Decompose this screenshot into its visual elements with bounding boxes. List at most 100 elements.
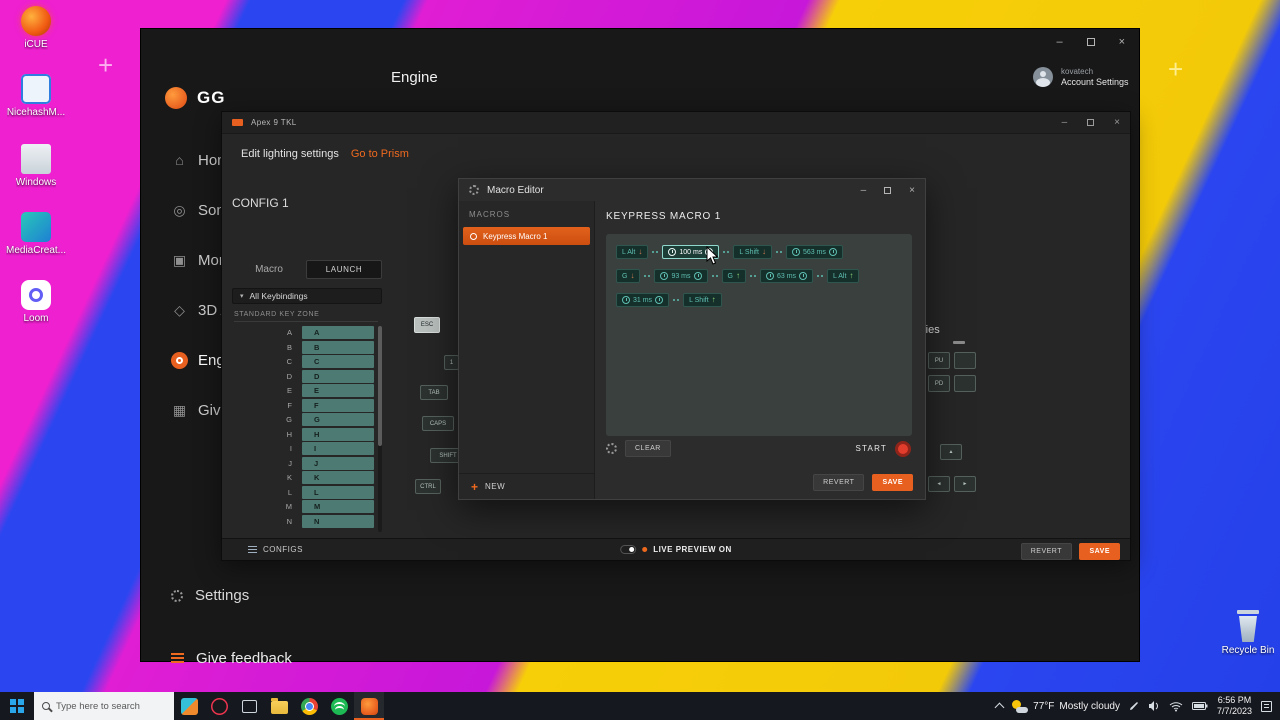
scrollbar-thumb[interactable] [378, 326, 382, 446]
key-binding-bar[interactable]: F [302, 399, 374, 412]
key-binding-row[interactable]: EE [232, 384, 374, 397]
desktop-icon-loom[interactable]: Loom [4, 280, 68, 324]
key-binding-row[interactable]: BB [232, 341, 374, 354]
new-macro-button[interactable]: + NEW [459, 473, 594, 499]
key-binding-row[interactable]: KK [232, 471, 374, 484]
desktop-icon-icue[interactable]: iCUE [4, 6, 68, 50]
taskbar-search[interactable] [34, 692, 174, 720]
macro-editor-titlebar[interactable]: Macro Editor – × [459, 179, 925, 201]
keycap-arrow-right[interactable]: ► [954, 476, 976, 492]
macro-settings-gear-icon[interactable] [606, 443, 617, 454]
speaker-tray-icon[interactable] [1148, 700, 1160, 712]
close-icon[interactable]: × [1119, 36, 1125, 48]
revert-button[interactable]: REVERT [1021, 543, 1072, 560]
key-binding-bar[interactable]: H [302, 428, 374, 441]
opera-taskbar-icon[interactable] [204, 692, 234, 720]
chrome-taskbar-icon[interactable] [294, 692, 324, 720]
keybindings-dropdown[interactable]: ▾ All Keybindings [232, 288, 382, 304]
minimize-icon[interactable]: – [861, 185, 867, 196]
key-binding-bar[interactable]: G [302, 413, 374, 426]
task-view-taskbar-icon[interactable] [234, 692, 264, 720]
macro-canvas[interactable]: L Alt↓100 msL Shift↓563 msG↓93 msG↑63 ms… [606, 234, 912, 436]
save-button[interactable]: SAVE [872, 474, 913, 491]
start-button[interactable] [0, 692, 34, 720]
recycle-bin-icon[interactable]: Recycle Bin [1216, 608, 1280, 656]
keycap[interactable] [954, 375, 976, 392]
key-binding-bar[interactable]: N [302, 515, 374, 528]
weather-widget[interactable]: 77°F Mostly cloudy [1012, 700, 1120, 713]
minimize-icon[interactable]: – [1062, 117, 1068, 128]
key-up-chip[interactable]: L Shift↑ [683, 293, 722, 307]
desktop-icon-nicehash[interactable]: NicehashM... [4, 74, 68, 118]
key-binding-row[interactable]: DD [232, 370, 374, 383]
delay-chip[interactable]: 100 ms [662, 245, 719, 259]
close-icon[interactable]: × [1114, 117, 1120, 128]
search-input[interactable] [56, 701, 166, 712]
photos-taskbar-icon[interactable] [174, 692, 204, 720]
wifi-tray-icon[interactable] [1169, 700, 1183, 712]
tab-macro[interactable]: Macro [232, 264, 306, 275]
go-to-prism-link[interactable]: Go to Prism [351, 148, 409, 160]
key-down-chip[interactable]: L Alt↓ [616, 245, 648, 259]
key-list-scrollbar[interactable] [378, 326, 382, 532]
taskbar-clock[interactable]: 6:56 PM 7/7/2023 [1217, 695, 1252, 718]
key-binding-row[interactable]: AA [232, 326, 374, 339]
gg-taskbar-icon[interactable] [354, 692, 384, 720]
delay-chip[interactable]: 93 ms [654, 269, 707, 283]
key-binding-row[interactable]: HH [232, 428, 374, 441]
key-binding-bar[interactable]: K [302, 471, 374, 484]
keycap-pgup[interactable]: PU [928, 352, 950, 369]
key-binding-row[interactable]: NN [232, 515, 374, 528]
key-binding-bar[interactable]: A [302, 326, 374, 339]
keycap-1[interactable]: 1 [444, 355, 459, 370]
close-icon[interactable]: × [909, 185, 915, 196]
keycap-pgdn[interactable]: PD [928, 375, 950, 392]
battery-tray-icon[interactable] [1192, 701, 1208, 711]
macro-list-item[interactable]: Keypress Macro 1 [463, 227, 590, 245]
clear-button[interactable]: CLEAR [625, 440, 671, 457]
key-binding-row[interactable]: II [232, 442, 374, 455]
key-binding-bar[interactable]: L [302, 486, 374, 499]
configs-button[interactable]: CONFIGS [248, 545, 303, 554]
record-button[interactable] [895, 441, 911, 457]
key-binding-row[interactable]: LL [232, 486, 374, 499]
desktop-icon-windows[interactable]: Windows [4, 144, 68, 188]
keycap-arrow-left[interactable]: ◄ [928, 476, 950, 492]
tray-expand-icon[interactable] [995, 703, 1005, 713]
spotify-taskbar-icon[interactable] [324, 692, 354, 720]
sidebar-item-feedback[interactable]: Give feedback [171, 650, 292, 667]
revert-button[interactable]: REVERT [813, 474, 864, 491]
launch-button[interactable]: LAUNCH [306, 260, 382, 279]
file-explorer-taskbar-icon[interactable] [264, 692, 294, 720]
key-binding-bar[interactable]: I [302, 442, 374, 455]
minimize-icon[interactable]: – [1056, 36, 1062, 48]
live-preview-toggle[interactable] [620, 545, 636, 554]
account-widget[interactable]: kovatech Account Settings [1033, 67, 1129, 87]
key-binding-row[interactable]: FF [232, 399, 374, 412]
delay-chip[interactable]: 63 ms [760, 269, 813, 283]
account-settings-link[interactable]: Account Settings [1061, 77, 1129, 87]
action-center-icon[interactable] [1261, 701, 1272, 712]
pen-tray-icon[interactable] [1129, 701, 1139, 711]
desktop-icon-mediacreate[interactable]: MediaCreat... [4, 212, 68, 256]
key-binding-row[interactable]: JJ [232, 457, 374, 470]
maximize-icon[interactable] [1087, 119, 1094, 126]
maximize-icon[interactable] [1087, 38, 1095, 46]
key-down-chip[interactable]: L Shift↓ [733, 245, 772, 259]
key-binding-row[interactable]: GG [232, 413, 374, 426]
key-up-chip[interactable]: G↑ [722, 269, 746, 283]
keycap[interactable] [954, 352, 976, 369]
save-button[interactable]: SAVE [1079, 543, 1120, 560]
key-binding-row[interactable]: CC [232, 355, 374, 368]
keycap-caps[interactable]: CAPS [422, 416, 454, 431]
key-down-chip[interactable]: G↓ [616, 269, 640, 283]
keycap-ctrl[interactable]: CTRL [415, 479, 441, 494]
key-binding-bar[interactable]: C [302, 355, 374, 368]
apex-titlebar[interactable]: Apex 9 TKL – × [222, 112, 1130, 134]
key-binding-row[interactable]: MM [232, 500, 374, 513]
key-binding-bar[interactable]: B [302, 341, 374, 354]
maximize-icon[interactable] [884, 187, 891, 194]
key-binding-bar[interactable]: M [302, 500, 374, 513]
sidebar-item-settings[interactable]: Settings [171, 587, 249, 604]
keycap-tab[interactable]: TAB [420, 385, 448, 400]
